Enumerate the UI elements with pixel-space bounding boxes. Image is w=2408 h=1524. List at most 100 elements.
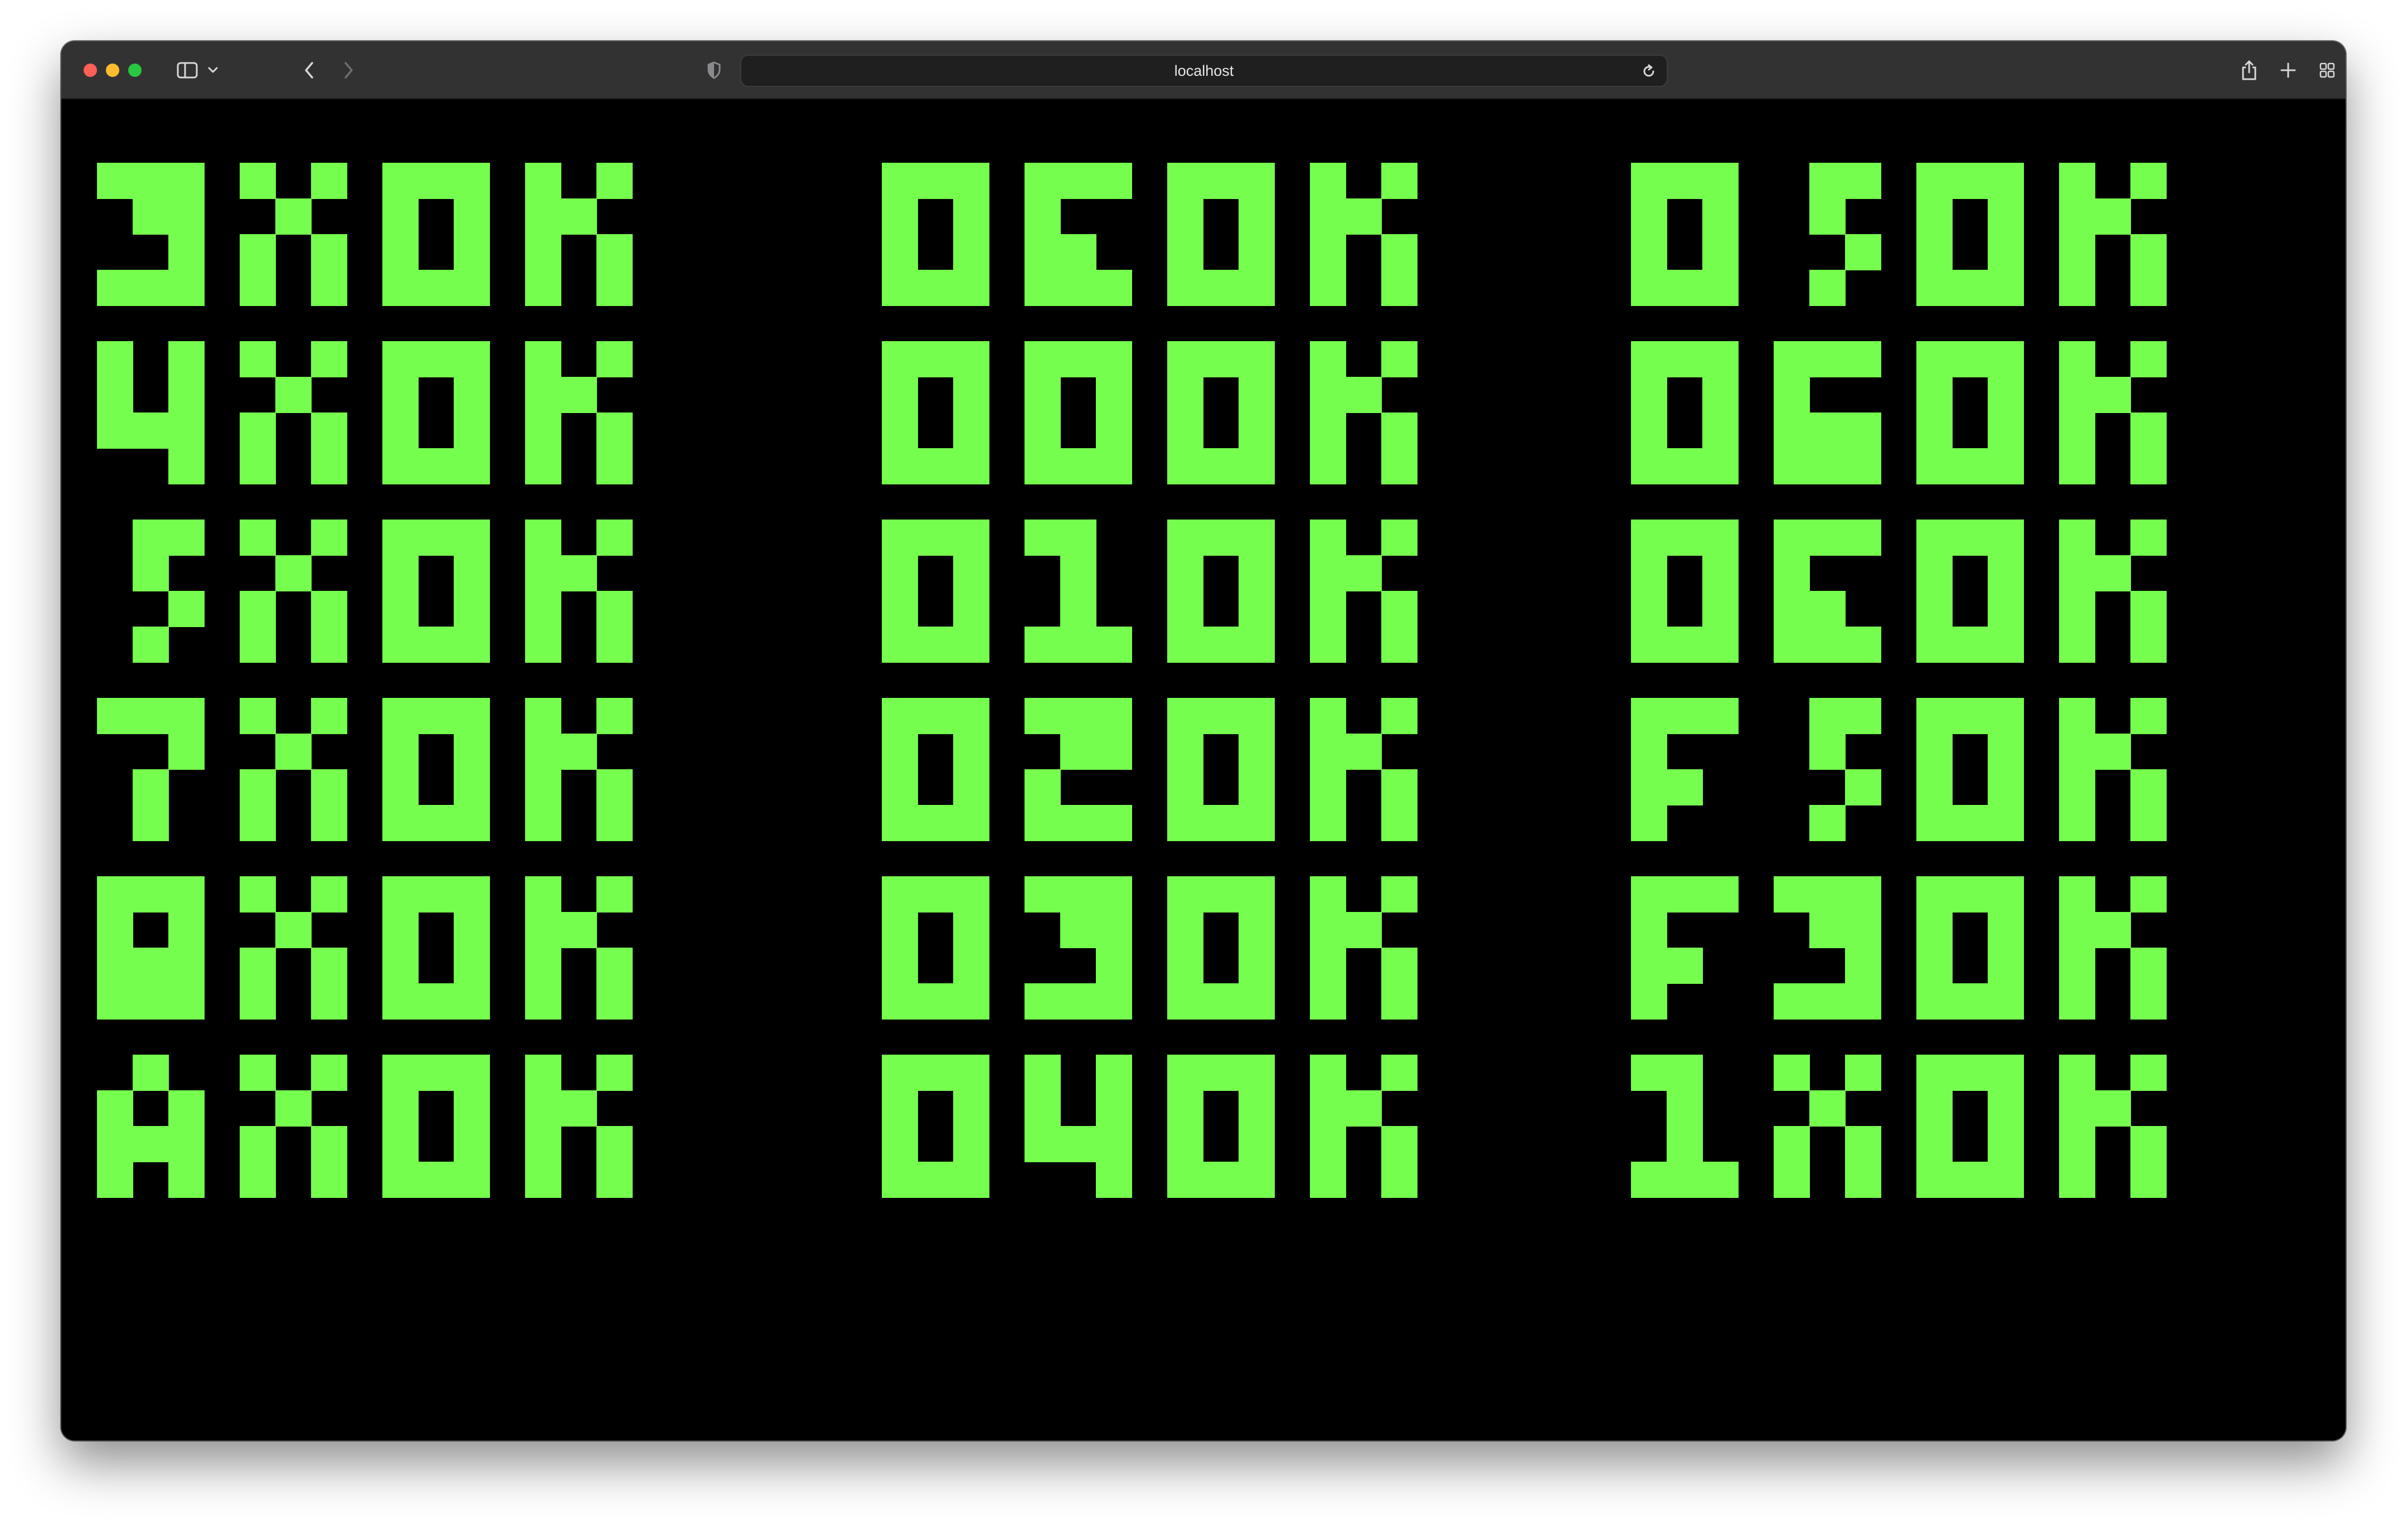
close-window-button[interactable] [84,64,97,77]
pixel-glyph [1631,341,1739,484]
hex-row [61,876,2346,1020]
glyph-pixel [1631,163,1667,199]
address-bar[interactable]: localhost [740,55,1668,87]
glyph-pixel [1667,163,1703,199]
maximize-window-button[interactable] [128,64,142,77]
glyph-pixel [1988,412,2024,449]
glyph-pixel [1631,876,1667,913]
glyph-pixel [1702,627,1739,663]
glyph-pixel [1774,448,1810,484]
glyph-pixel [1809,520,1846,556]
glyph-pixel [1916,448,1953,484]
hex-row [61,698,2346,841]
glyph-pixel [1631,341,1667,377]
pixel-glyph [1631,1055,1739,1198]
glyph-pixel [1988,769,2024,805]
glyph-pixel [1774,1055,1810,1091]
glyph-pixel [1667,1090,1703,1127]
glyph-pixel [1845,520,1881,556]
glyph-pixel [1809,912,1846,948]
pixel-glyph [1916,876,2024,1020]
glyph-pixel [1988,1162,2024,1198]
glyph-pixel [1916,270,1953,306]
plus-icon[interactable] [2274,56,2302,85]
pixel-glyph [1916,163,2024,306]
glyph-pixel [1809,627,1846,663]
glyph-pixel [2059,234,2095,270]
pixel-glyph [1916,1055,2024,1198]
glyph-pixel [1667,769,1703,805]
glyph-pixel [1988,1126,2024,1162]
glyph-pixel [1667,1162,1703,1198]
glyph-pixel [2095,734,2131,770]
tab-overview-icon[interactable] [2313,56,2341,85]
glyph-pixel [1774,377,1810,413]
glyph-pixel [1845,948,1881,984]
glyph-pixel [1988,234,2024,270]
pixel-glyph [1631,520,1739,663]
glyph-pixel [1774,1162,1810,1198]
glyph-pixel [1702,198,1739,235]
glyph-pixel [1952,805,1988,841]
glyph-pixel [1809,734,1846,770]
glyph-pixel [1845,876,1881,913]
chevron-left-icon[interactable] [295,56,323,85]
sidebar-icon[interactable] [171,56,204,85]
hex-row [61,163,2346,306]
glyph-pixel [1774,627,1810,663]
glyph-pixel [2130,448,2167,484]
glyph-pixel [1667,698,1703,734]
glyph-pixel [2059,948,2095,984]
glyph-pixel [1916,591,1953,627]
glyph-pixel [1988,270,2024,306]
glyph-pixel [1845,1126,1881,1162]
glyph-pixel [1845,1162,1881,1198]
minimize-window-button[interactable] [106,64,119,77]
glyph-pixel [2059,627,2095,663]
glyph-pixel [1631,1055,1667,1091]
glyph-pixel [1916,234,1953,270]
glyph-pixel [1809,983,1846,1020]
glyph-pixel [1702,412,1739,449]
glyph-pixel [1702,520,1739,556]
glyph-pixel [1631,627,1667,663]
hex-row [61,520,2346,663]
hex-row [61,1055,2346,1198]
pixel-glyph [2059,341,2167,484]
glyph-pixel [1631,912,1667,948]
browser-window: localhost [61,41,2346,1440]
glyph-pixel [1916,983,1953,1020]
glyph-pixel [2130,234,2167,270]
glyph-pixel [2095,1090,2131,1127]
shield-icon[interactable] [700,56,728,85]
glyph-pixel [1988,627,2024,663]
share-icon[interactable] [2235,56,2263,85]
glyph-pixel [1702,876,1739,913]
chevron-down-icon[interactable] [202,56,224,85]
glyph-pixel [2130,876,2167,913]
glyph-pixel [1845,627,1881,663]
pixel-glyph [1774,520,1881,663]
glyph-pixel [1916,769,1953,805]
glyph-pixel [1916,627,1953,663]
glyph-pixel [1845,234,1881,270]
glyph-pixel [1916,734,1953,770]
glyph-pixel [1988,1090,2024,1127]
glyph-pixel [2059,698,2095,734]
glyph-pixel [1988,1055,2024,1091]
glyph-pixel [1631,520,1667,556]
glyph-pixel [1916,876,1953,913]
glyph-pixel [1952,163,1988,199]
reload-icon[interactable] [1638,57,1660,86]
glyph-pixel [1774,412,1810,449]
glyph-pixel [2059,341,2095,377]
glyph-pixel [1845,341,1881,377]
glyph-pixel [1631,734,1667,770]
glyph-pixel [1631,698,1667,734]
glyph-pixel [2059,734,2095,770]
pixel-glyph [1916,698,2024,841]
glyph-pixel [1809,412,1846,449]
chevron-right-icon[interactable] [334,56,362,85]
glyph-pixel [1988,163,2024,199]
glyph-pixel [2130,627,2167,663]
